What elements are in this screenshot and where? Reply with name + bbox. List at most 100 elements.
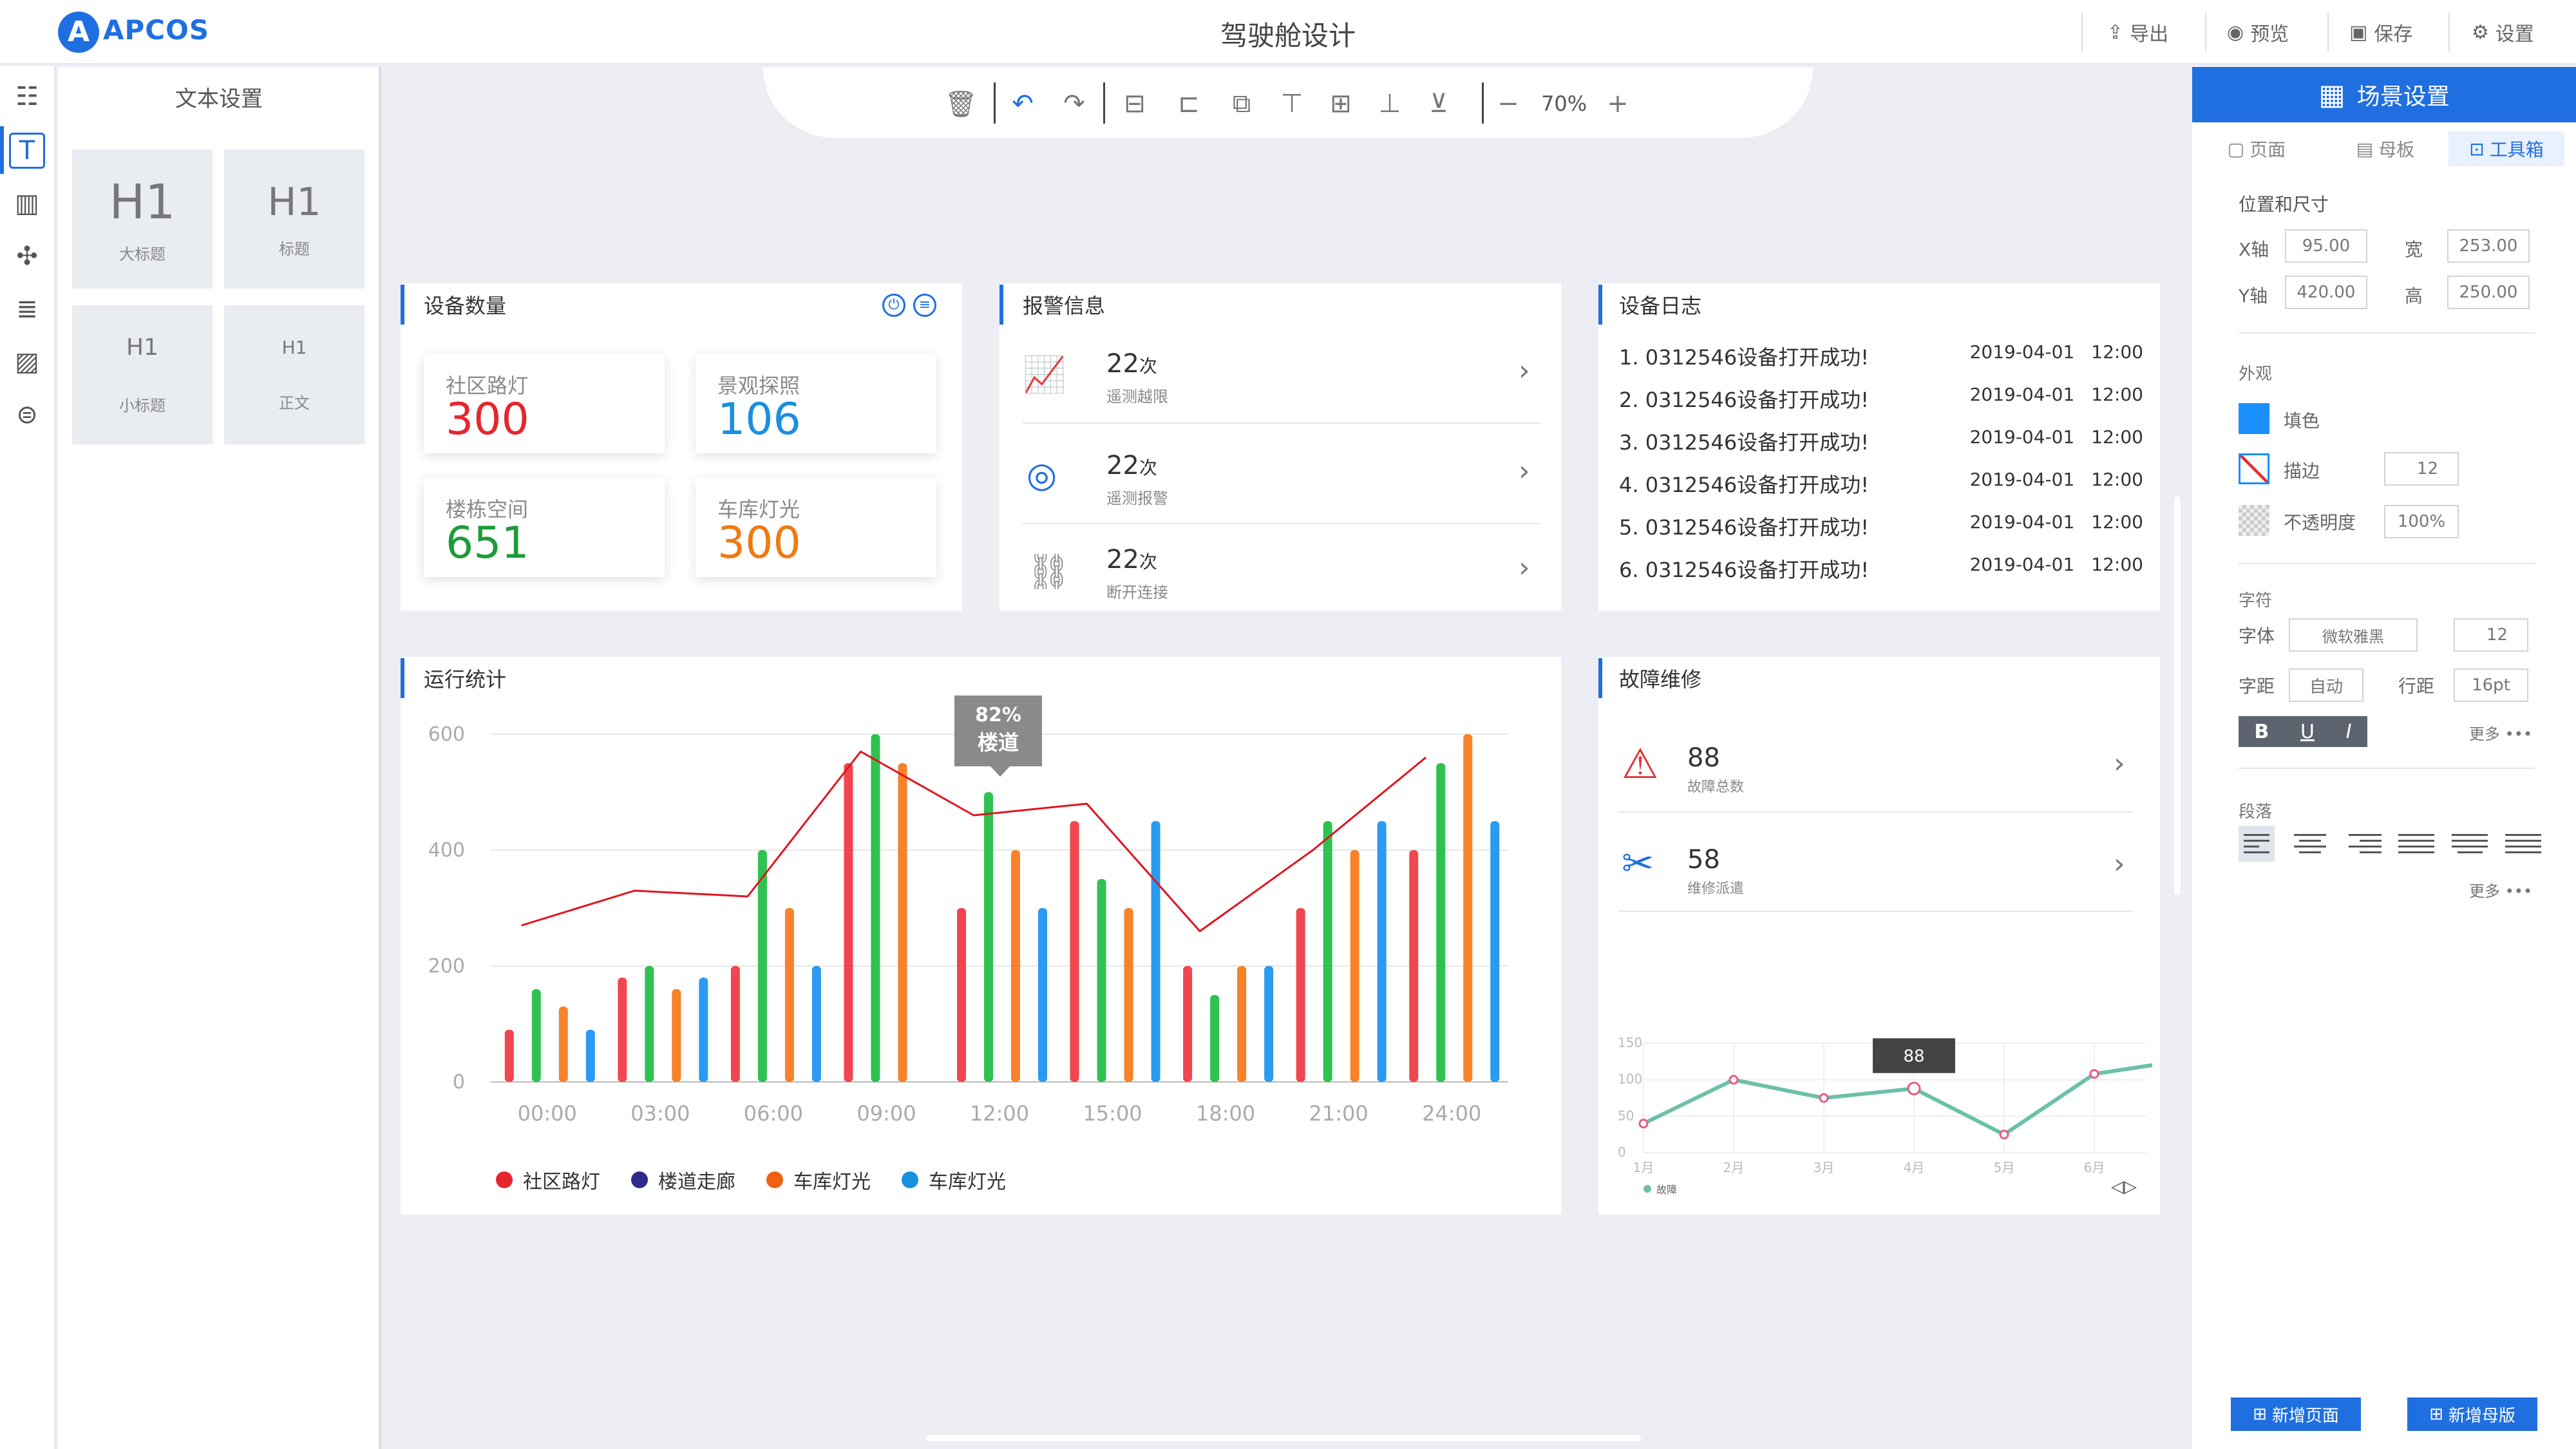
more-link[interactable]: 更多 ••• — [2469, 721, 2532, 744]
legend-label: 车库灯光 — [793, 1171, 871, 1193]
tab-toolbox[interactable]: ⊡ 工具箱 — [2448, 131, 2564, 166]
text-icon[interactable]: T — [9, 133, 45, 169]
running-stats-card[interactable]: 运行统计 0 200 400 600 00:00 03:00 06:00 09:00 12:00… — [401, 657, 1561, 1215]
width-input[interactable]: 253.00 — [2447, 229, 2530, 263]
y-input[interactable]: 420.00 — [2285, 276, 2367, 309]
font-select[interactable]: 微软雅黑 — [2289, 618, 2418, 652]
x-input[interactable]: 95.00 — [2285, 229, 2367, 263]
legend-dot — [631, 1171, 648, 1188]
stroke-width-stepper[interactable]: 12 — [2384, 452, 2459, 486]
y-tick-label: 600 — [428, 723, 465, 746]
section-title: 段落 — [2239, 802, 2273, 822]
alarm-label: 断开连接 — [1106, 583, 1168, 601]
legend-item[interactable]: 车库灯光 — [902, 1166, 1006, 1194]
italic-button[interactable]: I — [2346, 721, 2352, 743]
align-middle-icon[interactable]: ⊞ — [1323, 86, 1358, 121]
subheading-card[interactable]: H1 小标题 — [72, 305, 213, 444]
heading-card[interactable]: H1 标题 — [224, 149, 365, 289]
underline-button[interactable]: U — [2300, 721, 2315, 743]
chart-icon[interactable]: ▥ — [9, 185, 45, 222]
list-item[interactable]: 📈 22次 遥测越限 › — [1023, 331, 1540, 424]
opacity-input[interactable]: 100% — [2384, 505, 2459, 538]
height-input[interactable]: 250.00 — [2447, 276, 2530, 309]
log-text: 1. 0312546设备打开成功! — [1619, 345, 1870, 370]
list-item[interactable]: ⛓ 22次 断开连接 › — [1023, 526, 1540, 609]
legend-item[interactable]: 车库灯光 — [766, 1166, 871, 1194]
undo-icon[interactable]: ↶ — [1005, 86, 1040, 121]
device-count-card[interactable]: 设备数量 ⏻ ≡ 社区路灯 300 景观探照 106 楼栋空间 651 车库灯光… — [401, 283, 962, 611]
chevron-right-icon: › — [1519, 354, 1530, 387]
justify-icon[interactable] — [2398, 826, 2435, 862]
log-entry: 4. 0312546设备打开成功! 2019-04-01 12:00 — [1619, 469, 2143, 511]
add-master-button[interactable]: ⊞ 新增母版 — [2407, 1397, 2537, 1431]
alarm-info-card[interactable]: 报警信息 📈 22次 遥测越限 › ◎ 22次 遥测报警 › ⛓ 22次 断开连… — [999, 283, 1561, 611]
divider — [2239, 332, 2535, 334]
zoom-in-icon[interactable]: + — [1600, 86, 1635, 121]
device-log-card[interactable]: 设备日志 1. 0312546设备打开成功! 2019-04-01 12:00 2. … — [1598, 283, 2160, 611]
font-size-stepper[interactable]: 12 — [2454, 618, 2528, 652]
more-link[interactable]: 更多 ••• — [2469, 878, 2532, 901]
y-tick-label: 150 — [1618, 1035, 1642, 1050]
export-button[interactable]: ⇪ 导出 — [2107, 18, 2168, 46]
list-item[interactable]: ⚠ 88 故障总数 › — [1618, 715, 2133, 813]
divider — [2327, 13, 2329, 52]
layout-icon[interactable]: ☷ — [9, 79, 45, 115]
align-left-icon[interactable] — [2239, 826, 2275, 862]
list-item[interactable]: ◎ 22次 遥测报警 › — [1023, 425, 1540, 524]
distribute-icon[interactable]: ⊻ — [1421, 86, 1456, 121]
align-bottom-icon[interactable]: ⊥ — [1372, 86, 1407, 121]
document-icon[interactable]: ≣ — [9, 291, 45, 327]
x-tick-label: 5月 — [1994, 1160, 2015, 1175]
log-date: 2019-04-01 12:00 — [1969, 469, 2143, 490]
settings-button[interactable]: ⚙ 设置 — [2472, 18, 2534, 46]
stat-value: 300 — [717, 518, 801, 569]
justify-center-icon[interactable] — [2452, 826, 2488, 862]
nav-arrows-icon[interactable]: ◁▷ — [2111, 1177, 2137, 1197]
delete-icon[interactable]: 🗑 — [943, 86, 978, 121]
repair-label: 维修派遣 — [1687, 881, 1745, 897]
bar — [699, 978, 708, 1082]
warning-icon: ⚠ — [1622, 741, 1659, 788]
align-center-icon[interactable] — [2292, 826, 2328, 862]
alarm-unit: 次 — [1139, 457, 1157, 478]
puzzle-icon[interactable]: ✣ — [9, 238, 45, 274]
body-text-card[interactable]: H1 正文 — [224, 305, 365, 444]
zoom-out-icon[interactable]: − — [1491, 86, 1526, 121]
legend-item[interactable]: 楼道走廊 — [631, 1166, 735, 1194]
data-point — [1728, 1075, 1739, 1085]
image-icon[interactable]: ▨ — [9, 344, 45, 380]
align-top-icon[interactable]: ⊤ — [1274, 86, 1309, 121]
legend-item[interactable]: 社区路灯 — [496, 1166, 600, 1194]
duplicate-icon[interactable]: ⧉ — [1224, 86, 1259, 121]
align-right-icon[interactable] — [2345, 826, 2382, 862]
align-center-h-icon[interactable]: ⊟ — [1117, 86, 1152, 121]
align-left-icon[interactable]: ⊏ — [1171, 86, 1206, 121]
horizontal-scrollbar[interactable] — [926, 1435, 1641, 1441]
bold-button[interactable]: B — [2254, 721, 2269, 743]
add-page-button[interactable]: ⊞ 新增页面 — [2231, 1397, 2361, 1431]
preview-button[interactable]: ◉ 预览 — [2227, 18, 2289, 46]
vertical-scrollbar[interactable] — [2174, 496, 2181, 895]
y-tick-label: 200 — [428, 955, 465, 978]
fault-repair-card[interactable]: 故障维修 ⚠ 88 故障总数 › ✂ 58 维修派遣 › 0 50 100 150 1月… — [1598, 657, 2160, 1215]
heading-large-card[interactable]: H1 大标题 — [72, 149, 213, 289]
tab-master[interactable]: ▤ 母板 — [2340, 131, 2430, 166]
bar — [1070, 821, 1079, 1082]
stroke-swatch[interactable] — [2239, 453, 2269, 484]
section-title: 字符 — [2239, 591, 2273, 611]
bar — [811, 966, 821, 1082]
layers-icon[interactable]: ⊜ — [9, 397, 45, 433]
line-height-stepper[interactable]: 16pt — [2454, 668, 2528, 702]
justify-all-icon[interactable] — [2505, 826, 2541, 862]
bar — [1350, 850, 1359, 1082]
filter-icon[interactable]: ≡ — [913, 294, 936, 317]
save-button[interactable]: ▣ 保存 — [2349, 18, 2412, 46]
tools-icon: ✂ — [1622, 841, 1654, 886]
tab-page[interactable]: ▢ 页面 — [2211, 131, 2302, 166]
fill-swatch[interactable] — [2239, 403, 2269, 434]
letter-spacing-stepper[interactable]: 自动 — [2289, 668, 2363, 702]
list-item[interactable]: ✂ 58 维修派遣 › — [1618, 814, 2133, 912]
power-icon[interactable]: ⏻ — [882, 294, 905, 317]
divider — [2239, 563, 2535, 564]
redo-icon[interactable]: ↷ — [1057, 86, 1092, 121]
